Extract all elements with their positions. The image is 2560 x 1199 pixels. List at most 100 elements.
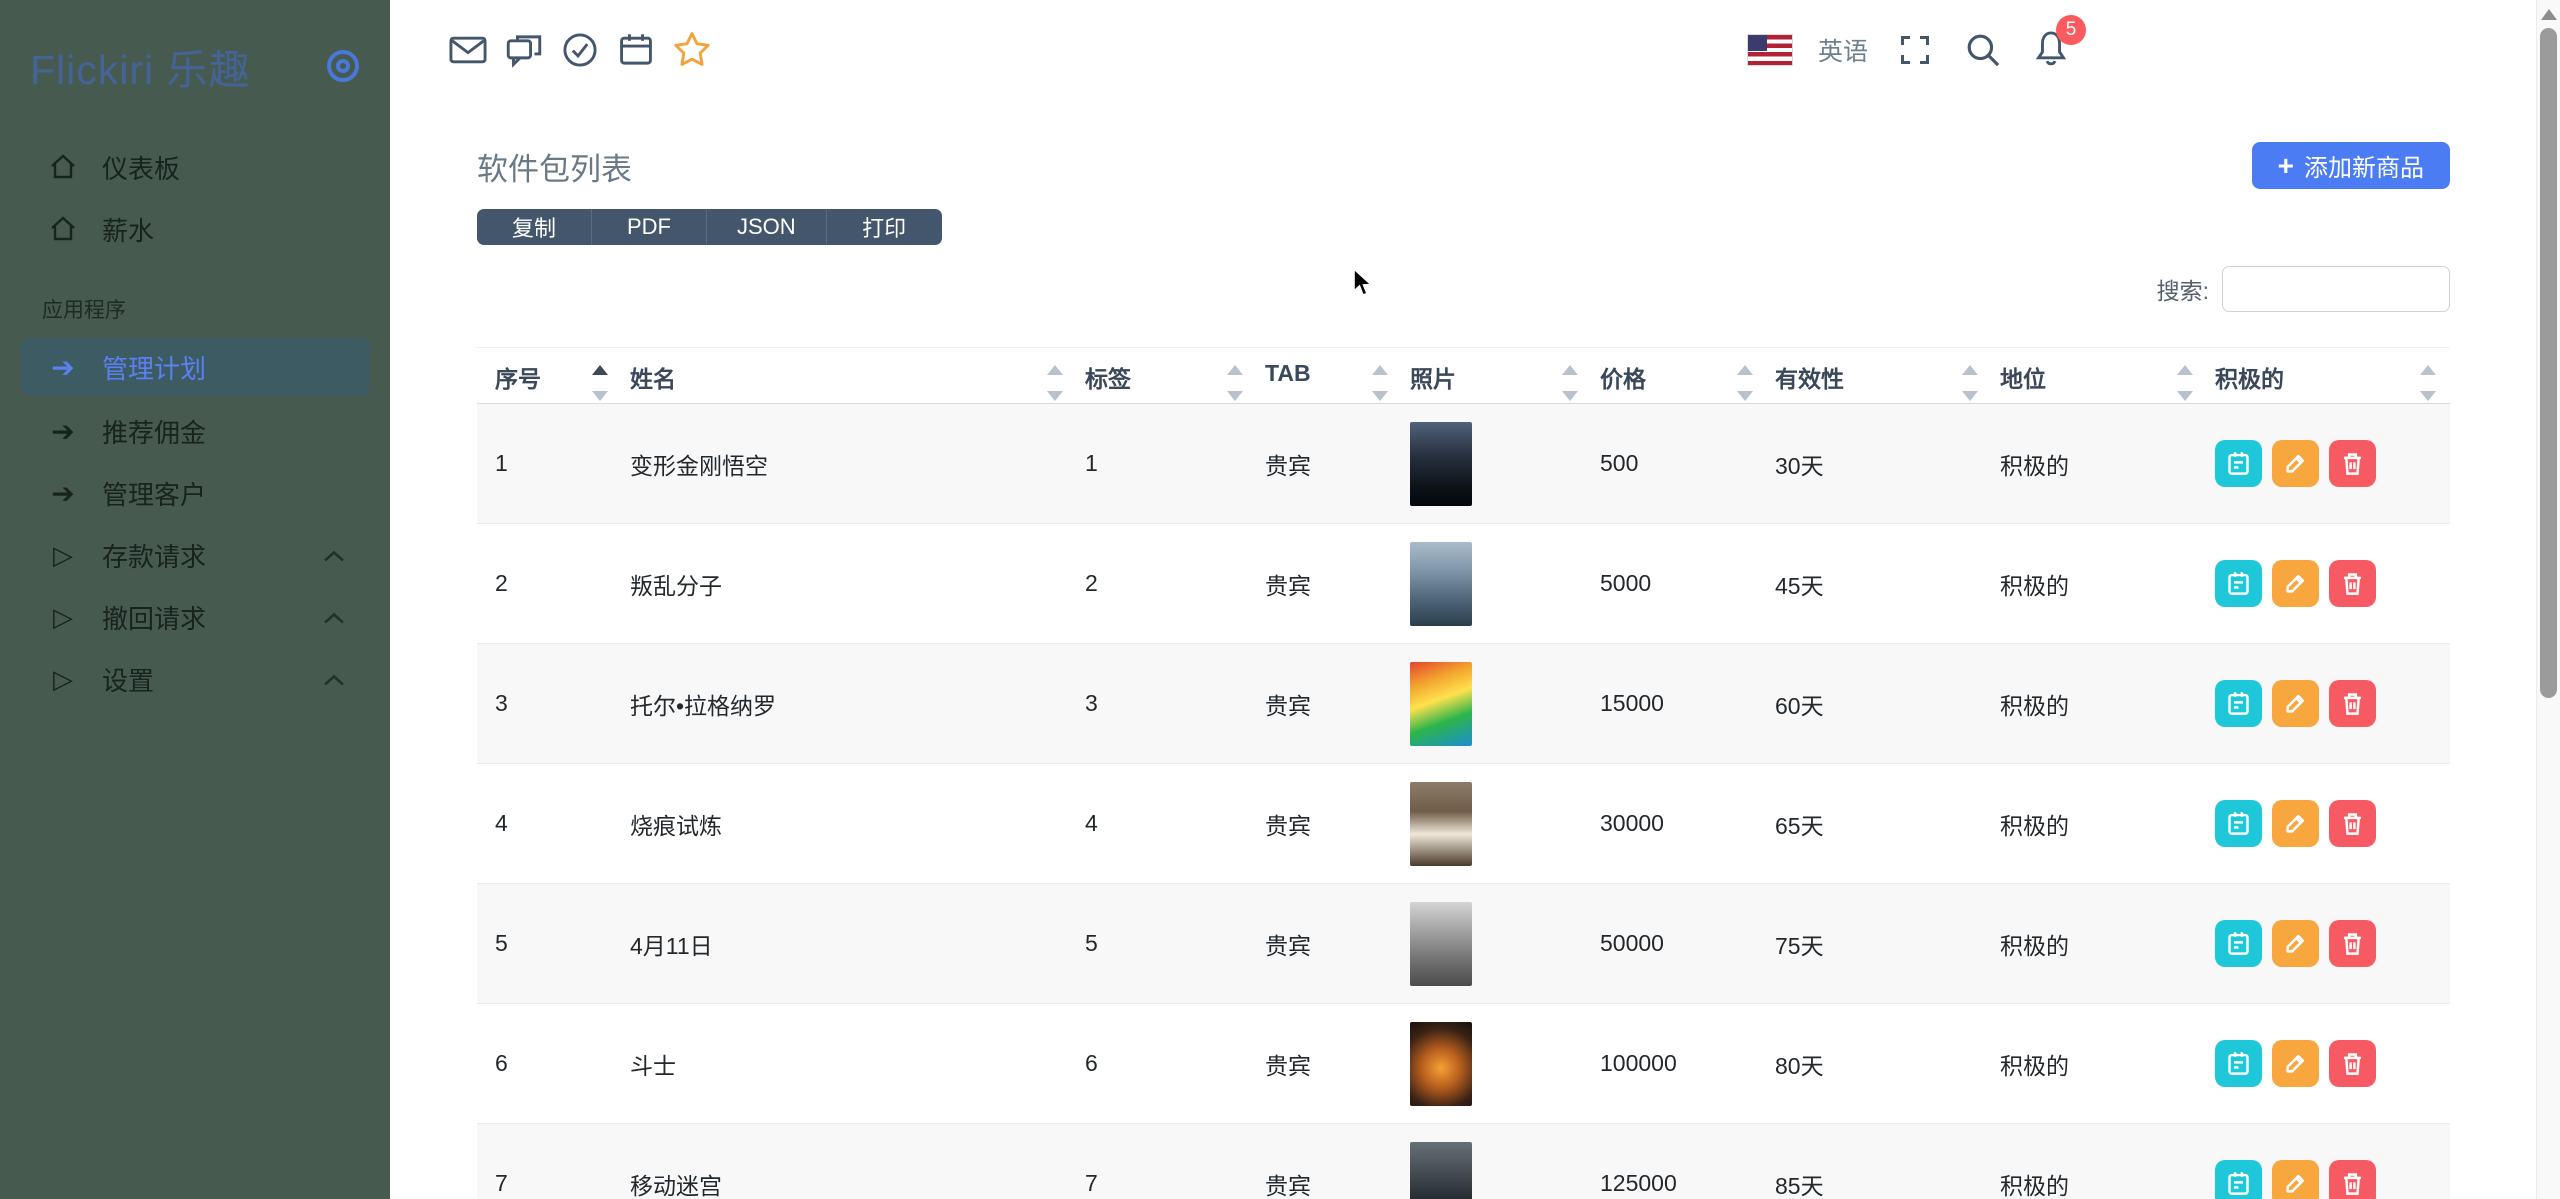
table-search-input[interactable]	[2222, 266, 2450, 312]
column-header[interactable]: 照片	[1402, 348, 1592, 404]
edit-button[interactable]	[2272, 800, 2319, 847]
delete-button[interactable]	[2329, 920, 2376, 967]
cell-photo	[1402, 764, 1592, 884]
search-icon[interactable]	[1962, 29, 2004, 71]
edit-pencil-icon	[2282, 810, 2309, 837]
column-header[interactable]: 姓名	[622, 348, 1077, 404]
column-header[interactable]: 积极的	[2207, 348, 2450, 404]
sidebar-item-deposit-requests[interactable]: ▷ 存款请求	[0, 524, 390, 586]
sort-asc-icon[interactable]	[1372, 365, 1388, 375]
sort-asc-icon[interactable]	[1227, 365, 1243, 375]
export-button-group: 复制 PDF JSON 打印	[477, 209, 942, 245]
cell-photo	[1402, 884, 1592, 1004]
sort-asc-icon[interactable]	[2177, 365, 2193, 375]
delete-button[interactable]	[2329, 1160, 2376, 1199]
sort-asc-icon[interactable]	[1737, 365, 1753, 375]
column-header[interactable]: 地位	[1992, 348, 2207, 404]
play-icon: ▷	[46, 664, 80, 695]
sort-desc-icon[interactable]	[1372, 391, 1388, 401]
cell-status: 积极的	[1992, 404, 2207, 524]
column-header[interactable]: 序号	[477, 348, 622, 404]
edit-button[interactable]	[2272, 920, 2319, 967]
column-header[interactable]: TAB	[1257, 348, 1402, 404]
sort-desc-icon[interactable]	[2177, 391, 2193, 401]
sidebar-item-manage-clients[interactable]: ➔ 管理客户	[0, 462, 390, 524]
sort-asc-icon[interactable]	[2420, 365, 2436, 375]
delete-button[interactable]	[2329, 440, 2376, 487]
sidebar-item-referral-commission[interactable]: ➔ 推荐佣金	[0, 400, 390, 462]
star-icon[interactable]	[671, 29, 713, 71]
product-photo	[1410, 902, 1472, 986]
sort-desc-icon[interactable]	[1737, 391, 1753, 401]
table-row: 2叛乱分子2贵宾500045天积极的	[477, 524, 2450, 644]
cell-tab: 贵宾	[1257, 884, 1402, 1004]
cell-photo	[1402, 404, 1592, 524]
view-button[interactable]	[2215, 440, 2262, 487]
product-photo	[1410, 1142, 1472, 1199]
delete-button[interactable]	[2329, 680, 2376, 727]
view-button[interactable]	[2215, 800, 2262, 847]
us-flag-icon[interactable]	[1748, 35, 1792, 65]
edit-pencil-icon	[2282, 570, 2309, 597]
cell-photo	[1402, 1124, 1592, 1199]
scrollbar-up-arrow[interactable]	[2541, 9, 2557, 20]
main-area: 英语 5 软件包列表 + 添加新商	[390, 0, 2560, 1199]
calendar-icon[interactable]	[615, 29, 657, 71]
fullscreen-icon[interactable]	[1894, 29, 1936, 71]
sidebar-item-settings[interactable]: ▷ 设置	[0, 648, 390, 710]
view-button[interactable]	[2215, 1040, 2262, 1087]
edit-button[interactable]	[2272, 1040, 2319, 1087]
delete-button[interactable]	[2329, 800, 2376, 847]
sort-asc-icon[interactable]	[1047, 365, 1063, 375]
copy-button[interactable]: 复制	[477, 209, 592, 245]
sidebar-item-manage-plans[interactable]: ➔ 管理计划	[20, 338, 370, 396]
notification-badge[interactable]: 5	[2056, 15, 2086, 45]
app-root: Flickiri 乐趣 仪表板 薪水 应用程序 ➔	[0, 0, 2560, 1199]
check-circle-icon[interactable]	[559, 29, 601, 71]
edit-button[interactable]	[2272, 440, 2319, 487]
print-button[interactable]: 打印	[827, 209, 942, 245]
sidebar-toggle-icon[interactable]	[324, 47, 362, 85]
sort-asc-icon[interactable]	[1962, 365, 1978, 375]
language-selector[interactable]: 英语	[1818, 32, 1868, 68]
calendar-note-icon	[2225, 450, 2252, 477]
delete-button[interactable]	[2329, 560, 2376, 607]
chat-icon[interactable]	[503, 29, 545, 71]
page-title: 软件包列表	[477, 142, 632, 189]
delete-trash-icon	[2339, 570, 2366, 597]
vertical-scrollbar[interactable]	[2536, 0, 2560, 1199]
cell-validity: 85天	[1767, 1124, 1992, 1199]
chevron-up-icon	[322, 602, 346, 633]
column-header[interactable]: 有效性	[1767, 348, 1992, 404]
edit-button[interactable]	[2272, 680, 2319, 727]
add-new-product-button[interactable]: + 添加新商品	[2252, 142, 2450, 189]
view-button[interactable]	[2215, 920, 2262, 967]
sort-asc-icon[interactable]	[592, 365, 608, 375]
sort-desc-icon[interactable]	[1047, 391, 1063, 401]
sidebar-item-salary[interactable]: 薪水	[0, 198, 390, 260]
edit-button[interactable]	[2272, 1160, 2319, 1199]
cell-name: 4月11日	[622, 884, 1077, 1004]
sort-desc-icon[interactable]	[1227, 391, 1243, 401]
edit-button[interactable]	[2272, 560, 2319, 607]
sidebar-item-withdraw-requests[interactable]: ▷ 撤回请求	[0, 586, 390, 648]
sort-desc-icon[interactable]	[1562, 391, 1578, 401]
scrollbar-thumb[interactable]	[2540, 28, 2557, 698]
mail-icon[interactable]	[447, 29, 489, 71]
json-button[interactable]: JSON	[707, 209, 827, 245]
app-logo: Flickiri 乐趣	[30, 36, 251, 96]
view-button[interactable]	[2215, 680, 2262, 727]
product-photo	[1410, 662, 1472, 746]
column-header[interactable]: 标签	[1077, 348, 1257, 404]
column-header[interactable]: 价格	[1592, 348, 1767, 404]
sort-asc-icon[interactable]	[1562, 365, 1578, 375]
sort-desc-icon[interactable]	[592, 391, 608, 401]
play-icon: ▷	[46, 602, 80, 633]
pdf-button[interactable]: PDF	[592, 209, 707, 245]
view-button[interactable]	[2215, 560, 2262, 607]
delete-button[interactable]	[2329, 1040, 2376, 1087]
sort-desc-icon[interactable]	[1962, 391, 1978, 401]
view-button[interactable]	[2215, 1160, 2262, 1199]
sidebar-item-dashboard[interactable]: 仪表板	[0, 136, 390, 198]
sort-desc-icon[interactable]	[2420, 391, 2436, 401]
